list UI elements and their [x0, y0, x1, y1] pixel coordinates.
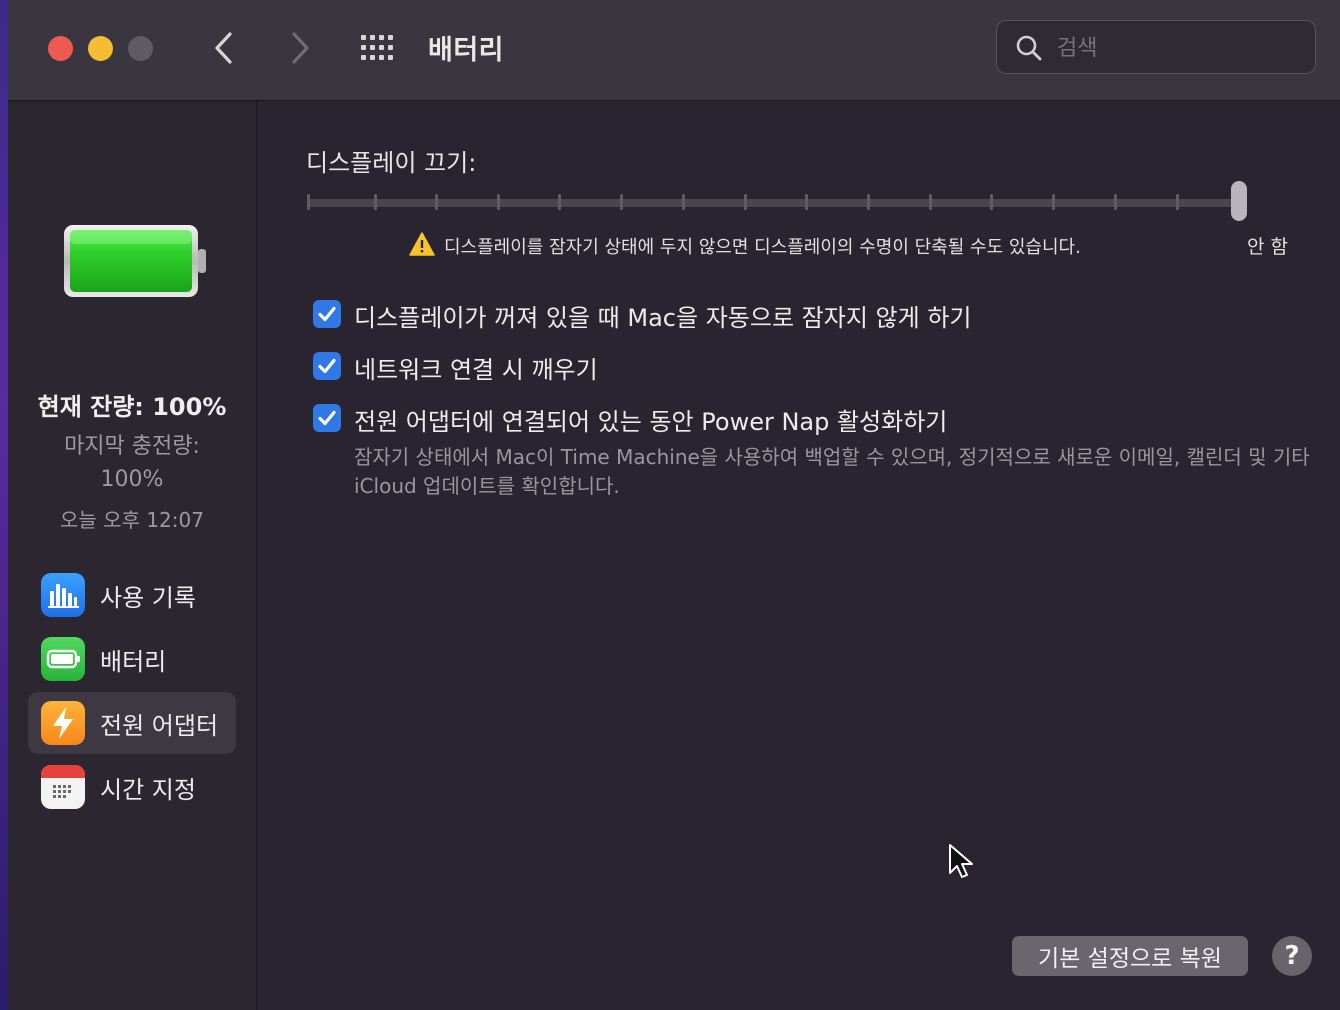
restore-defaults-button[interactable]: 기본 설정으로 복원 [1012, 936, 1248, 976]
prevent-sleep-checkbox[interactable] [313, 300, 341, 328]
zoom-window-button[interactable] [128, 36, 153, 61]
search-field[interactable] [996, 20, 1316, 74]
battery-status: 현재 잔량: 100% 마지막 충전량: 100% 오늘 오후 12:07 [8, 387, 256, 533]
battery-level-text: 현재 잔량: 100% [37, 393, 227, 421]
search-input[interactable] [1055, 31, 1299, 65]
slider-tick [744, 194, 747, 210]
power-adapter-icon [41, 701, 85, 745]
titlebar: 배터리 [8, 0, 1340, 101]
display-off-label: 디스플레이 끄기: [306, 149, 477, 177]
last-charged-label: 마지막 충전량: [64, 434, 200, 459]
slider-tick [990, 194, 993, 210]
last-charged-timestamp: 오늘 오후 12:07 [60, 508, 204, 532]
slider-tick [682, 194, 685, 210]
schedule-icon [41, 765, 85, 809]
slider-tick [1114, 194, 1117, 210]
power-nap-checkbox[interactable] [313, 404, 341, 432]
slider-tick [1052, 194, 1055, 210]
slider-tick [620, 194, 623, 210]
main-pane: 디스플레이 끄기: 디스플레이를 잠자기 상태에 두지 않으면 디스플레이의 수… [257, 101, 1340, 1010]
power-nap-description: 잠자기 상태에서 Mac이 Time Machine을 사용하여 백업할 수 있… [354, 445, 1310, 498]
sidebar-item-power-adapter[interactable]: 전원 어댑터 [28, 692, 236, 754]
grid-icon [361, 35, 393, 60]
checkmark-icon [318, 410, 336, 426]
slider-tick [435, 194, 438, 210]
power-nap-label: 전원 어댑터에 연결되어 있는 동안 Power Nap 활성화하기 [354, 408, 948, 436]
chevron-left-icon [215, 32, 232, 64]
system-preferences-window: 배터리 검색 현재 잔량: 100% 마지막 충전량: 100% 오늘 오후 1… [8, 0, 1340, 1010]
slider-tick [558, 194, 561, 210]
checkmark-icon [318, 358, 336, 374]
forward-button[interactable] [280, 28, 320, 68]
slider-tick [929, 194, 932, 210]
sidebar: 현재 잔량: 100% 마지막 충전량: 100% 오늘 오후 12:07 사용… [8, 101, 257, 1010]
help-button[interactable]: ? [1272, 936, 1312, 976]
slider-tick [497, 194, 500, 210]
sidebar-item-label: 배터리 [100, 648, 167, 676]
search-icon [1016, 35, 1042, 61]
warning-icon [409, 232, 435, 256]
sidebar-item-usage-history[interactable]: 사용 기록 [28, 564, 236, 626]
slider-tick [1176, 194, 1179, 210]
sidebar-item-label: 시간 지정 [100, 776, 196, 804]
close-window-button[interactable] [48, 36, 73, 61]
sidebar-item-label: 전원 어댑터 [100, 712, 219, 740]
slider-tick [805, 194, 808, 210]
slider-never-label: 안 함 [1247, 236, 1288, 258]
sidebar-item-battery[interactable]: 배터리 [28, 628, 236, 690]
show-all-preferences-button[interactable] [358, 33, 398, 63]
wake-for-network-checkbox[interactable] [313, 352, 341, 380]
battery-level-graphic [64, 225, 206, 297]
prevent-sleep-label: 디스플레이가 꺼져 있을 때 Mac을 자동으로 잠자지 않게 하기 [354, 304, 972, 332]
checkmark-icon [318, 306, 336, 322]
minimize-window-button[interactable] [88, 36, 113, 61]
battery-icon [41, 637, 85, 681]
window-title: 배터리 [428, 35, 505, 66]
display-off-slider-knob[interactable] [1231, 181, 1247, 221]
display-off-slider-track[interactable] [307, 199, 1239, 207]
last-charged-value: 100% [100, 467, 164, 492]
wake-for-network-label: 네트워크 연결 시 깨우기 [354, 356, 598, 384]
usage-history-icon [41, 573, 85, 617]
slider-tick [867, 194, 870, 210]
slider-tick [374, 194, 377, 210]
slider-tick [307, 194, 310, 210]
chevron-right-icon [292, 32, 309, 64]
sidebar-item-label: 사용 기록 [100, 584, 196, 612]
warning-text: 디스플레이를 잠자기 상태에 두지 않으면 디스플레이의 수명이 단축될 수도 … [444, 237, 1081, 258]
sidebar-item-schedule[interactable]: 시간 지정 [28, 756, 236, 818]
back-button[interactable] [204, 28, 244, 68]
mouse-pointer-icon [949, 844, 973, 878]
